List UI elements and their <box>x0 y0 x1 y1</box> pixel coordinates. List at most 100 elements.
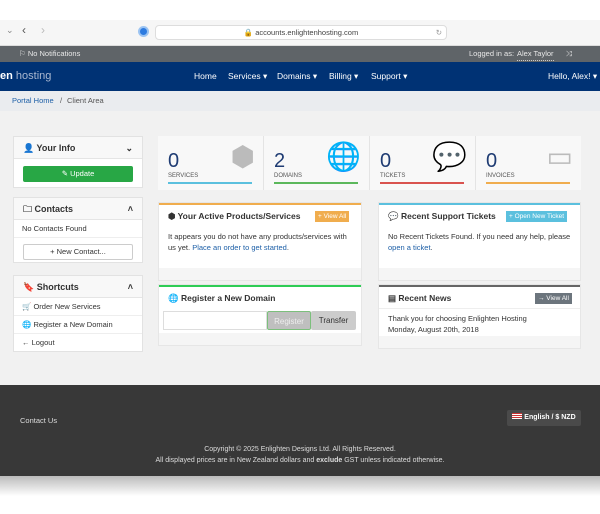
shortcut-register-domain[interactable]: 🌐 Register a New Domain <box>14 316 142 334</box>
register-domain-title: Register a New Domain <box>180 293 276 303</box>
stat-underline <box>168 182 252 184</box>
your-info-panel: 👤 Your Info ⌄ ✎ Update <box>13 136 143 188</box>
price-emphasis: exclude <box>316 457 343 464</box>
nav-domains[interactable]: Domains ▾ <box>277 62 317 91</box>
breadcrumb-home[interactable]: Portal Home <box>12 91 54 111</box>
main-nav: en hosting Home Services ▾ Domains ▾ Bil… <box>0 62 600 91</box>
shortcut-label: Register a New Domain <box>33 320 113 329</box>
contacts-panel: 🗀 Contacts ˄ No Contacts Found + New Cont… <box>13 197 143 263</box>
shortcuts-title: Shortcuts <box>36 282 79 292</box>
credit-card-icon: ▭ <box>546 141 573 172</box>
chevron-up-icon[interactable]: ˄ <box>128 198 133 220</box>
back-icon[interactable]: ‹ <box>22 23 26 37</box>
cart-icon: 🛒 <box>22 302 32 311</box>
globe-icon: 🌐 <box>326 141 361 172</box>
news-date: Monday, August 20th, 2018 <box>388 325 479 334</box>
domain-search-input[interactable] <box>163 311 267 330</box>
shortcut-label: Logout <box>31 338 55 347</box>
address-bar[interactable]: 🔒 accounts.enlightenhosting.com ↻ <box>155 25 447 40</box>
stat-tickets[interactable]: 💬 0 TICKETS <box>370 136 476 190</box>
reload-icon[interactable]: ↻ <box>436 26 442 39</box>
stat-underline <box>380 182 464 184</box>
globe-icon: 🌐 <box>168 293 179 303</box>
contact-us-link[interactable]: Contact Us <box>20 416 57 425</box>
nav-services[interactable]: Services ▾ <box>228 62 267 91</box>
notifications-label: No Notifications <box>27 49 81 58</box>
shortcuts-panel: 🔖 Shortcuts ˄ 🛒 Order New Services 🌐 Regi… <box>13 275 143 352</box>
tickets-body: No Recent Tickets Found. If you need any… <box>379 227 580 257</box>
price-notice: All displayed prices are in New Zealand … <box>0 457 600 464</box>
cube-icon: ⬢ <box>230 141 255 172</box>
nav-support[interactable]: Support ▾ <box>371 62 407 91</box>
nav-billing[interactable]: Billing ▾ <box>329 62 358 91</box>
register-domain-header: 🌐 Register a New Domain <box>159 287 361 309</box>
stat-invoices[interactable]: ▭ 0 INVOICES <box>476 136 581 190</box>
forward-icon[interactable]: › <box>41 23 45 37</box>
news-headline: Thank you for choosing Enlighten Hosting <box>388 314 527 323</box>
stat-domains[interactable]: 🌐 2 DOMAINS <box>264 136 370 190</box>
news-title: Recent News <box>398 293 452 303</box>
tickets-text: No Recent Tickets Found. If you need any… <box>388 232 571 241</box>
products-view-all-button[interactable]: + View All <box>315 211 350 222</box>
register-domain-card: 🌐 Register a New Domain Register Transfe… <box>159 285 361 345</box>
notifications-link[interactable]: ⚐ No Notifications <box>19 46 80 62</box>
language-currency-button[interactable]: English / $ NZD <box>507 410 581 426</box>
stat-label: TICKETS <box>380 173 406 179</box>
card-footer <box>379 336 580 348</box>
tickets-card: 💬 Recent Support Tickets + Open New Ticke… <box>379 203 580 280</box>
products-header: ⬢ Your Active Products/Services + View Al… <box>159 205 361 227</box>
punct: . <box>430 243 433 252</box>
news-view-all-button[interactable]: → View All <box>535 293 572 304</box>
top-bar: ⚐ No Notifications Logged in as: Alex Ta… <box>0 46 600 62</box>
open-new-ticket-button[interactable]: + Open New Ticket <box>506 211 568 222</box>
open-ticket-link[interactable]: open a ticket <box>388 243 431 252</box>
shortcut-order[interactable]: 🛒 Order New Services <box>14 298 142 316</box>
language-label: English / $ NZD <box>524 414 576 421</box>
tickets-title: Recent Support Tickets <box>400 211 496 221</box>
nav-home[interactable]: Home <box>194 62 217 91</box>
password-manager-icon[interactable] <box>138 26 149 37</box>
stat-value: 0 <box>168 150 180 172</box>
url-text: accounts.enlightenhosting.com <box>255 28 359 37</box>
logged-in-label: Logged in as: <box>469 49 515 58</box>
transfer-button[interactable]: Transfer <box>311 311 356 330</box>
news-item[interactable]: Thank you for choosing Enlighten Hosting… <box>379 309 580 339</box>
logo[interactable]: en hosting <box>0 62 51 91</box>
footer: Contact Us English / $ NZD Copyright © 2… <box>0 385 600 476</box>
nav-account[interactable]: Hello, Alex! ▾ <box>548 62 597 91</box>
news-card: ▤ Recent News → View All Thank you for ch… <box>379 285 580 348</box>
return-icon[interactable]: ⤨ <box>566 46 572 62</box>
tickets-header: 💬 Recent Support Tickets + Open New Ticke… <box>379 205 580 227</box>
stat-label: DOMAINS <box>274 173 303 179</box>
card-footer <box>379 268 580 280</box>
browser-toolbar: ⌄ ‹ › 🔒 accounts.enlightenhosting.com ↻ <box>0 20 600 46</box>
newspaper-icon: ▤ <box>388 293 397 303</box>
shortcut-label: Order New Services <box>33 302 101 311</box>
register-button[interactable]: Register <box>267 311 311 330</box>
your-info-header[interactable]: 👤 Your Info ⌄ <box>14 137 142 159</box>
contacts-header[interactable]: 🗀 Contacts ˄ <box>14 198 142 220</box>
update-button[interactable]: ✎ Update <box>23 166 133 182</box>
breadcrumb-current: Client Area <box>67 96 104 105</box>
place-order-link[interactable]: Place an order to get started <box>192 243 287 252</box>
card-footer <box>159 268 361 280</box>
shortcut-logout[interactable]: ← Logout <box>14 334 142 352</box>
tab-dropdown-icon[interactable]: ⌄ <box>6 25 14 36</box>
stat-value: 0 <box>486 150 498 172</box>
stat-underline <box>274 182 358 184</box>
stat-underline <box>486 182 570 184</box>
no-contacts-text: No Contacts Found <box>14 220 142 238</box>
chevron-up-icon[interactable]: ˄ <box>128 276 133 298</box>
shortcuts-header[interactable]: 🔖 Shortcuts ˄ <box>14 276 142 298</box>
chevron-down-icon[interactable]: ⌄ <box>125 137 133 159</box>
new-contact-button[interactable]: + New Contact... <box>23 244 133 260</box>
arrow-left-icon: ← <box>22 338 30 347</box>
window-shadow <box>0 476 600 496</box>
stat-services[interactable]: ⬢ 0 SERVICES <box>158 136 264 190</box>
news-header: ▤ Recent News → View All <box>379 287 580 309</box>
stat-label: SERVICES <box>168 173 199 179</box>
cube-icon: ⬢ <box>168 211 176 221</box>
user-link[interactable]: Alex Taylor <box>517 47 554 61</box>
contacts-title: Contacts <box>34 204 74 214</box>
comments-icon: 💬 <box>388 211 399 221</box>
